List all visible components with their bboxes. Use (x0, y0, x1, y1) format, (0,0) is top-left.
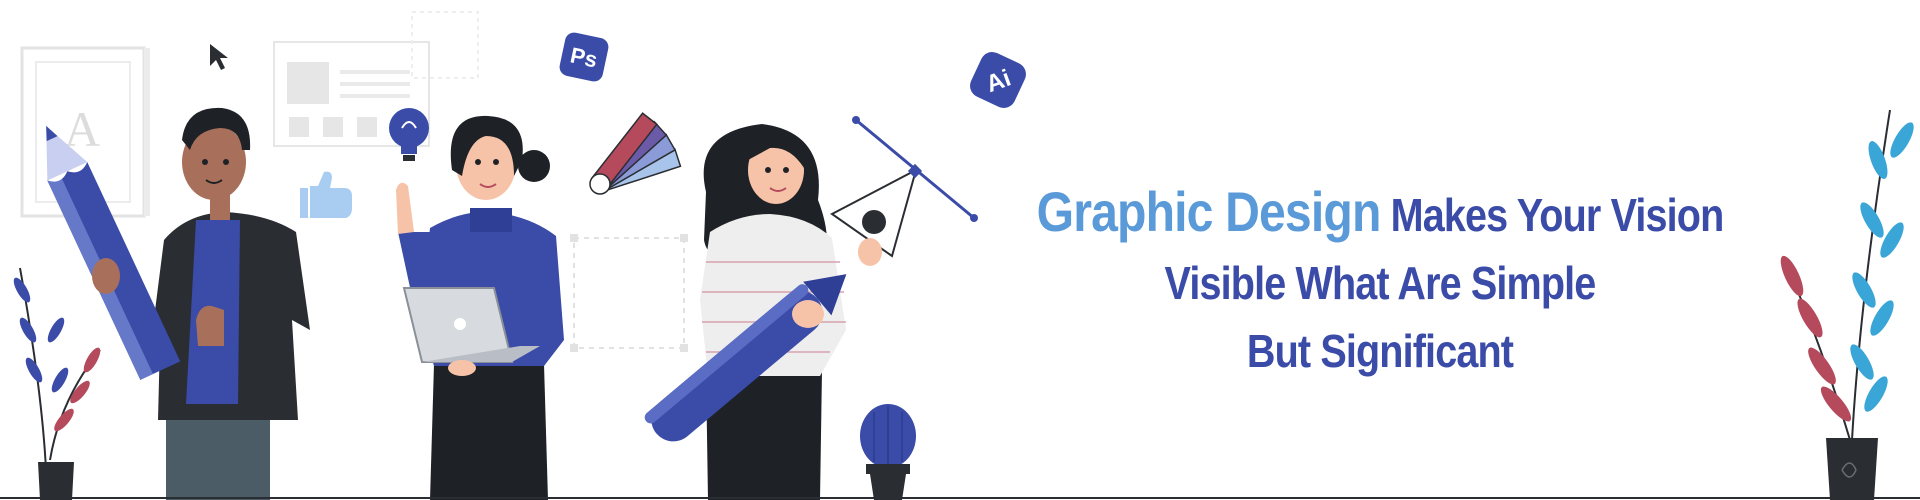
lightbulb-icon (389, 108, 429, 161)
cactus-icon (860, 404, 916, 500)
cursor-icon (210, 44, 228, 70)
headline-line-3: But Significant (1246, 325, 1514, 377)
headline-accent: Graphic Design (1036, 180, 1382, 243)
plant-icon-right (1780, 109, 1914, 500)
thumbs-up-icon (300, 171, 352, 218)
headline-line-1-rest: Makes Your Vision (1390, 189, 1725, 241)
photoshop-icon: Ps (559, 32, 609, 82)
layout-wireframe-icon (273, 11, 479, 147)
headline-line-1: Graphic Design Makes Your Vision (1019, 178, 1741, 249)
pen-tool-icon (830, 116, 978, 258)
woman-hand (792, 300, 824, 328)
headline: Graphic Design Makes Your Vision Visible… (1019, 178, 1741, 385)
color-swatch-icon (589, 112, 682, 195)
selection-box (573, 237, 685, 349)
illustrator-icon: Ai (970, 52, 1026, 108)
man-hand (92, 258, 120, 294)
plant-icon (13, 267, 101, 500)
headline-line-2: Visible What Are Simple (1164, 257, 1597, 309)
man-figure (150, 107, 310, 500)
woman-hand-2 (858, 238, 882, 266)
selection-handles (570, 234, 688, 352)
